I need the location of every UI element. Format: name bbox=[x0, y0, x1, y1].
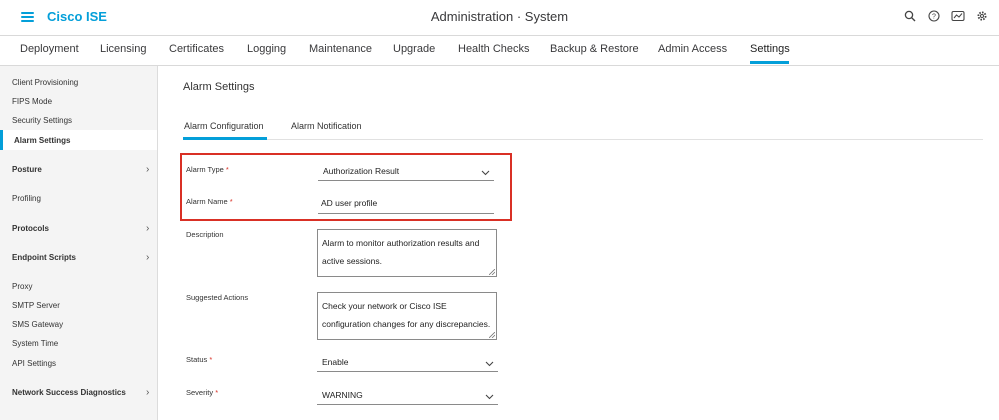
chevron-right-icon[interactable]: › bbox=[146, 223, 149, 234]
active-subtab-indicator bbox=[183, 137, 267, 140]
sidebar-item-profiling[interactable]: Profiling bbox=[12, 194, 41, 203]
chevron-down-icon bbox=[485, 392, 494, 402]
tab-admin-access[interactable]: Admin Access bbox=[658, 43, 727, 55]
sidebar: Client Provisioning FIPS Mode Security S… bbox=[0, 66, 158, 420]
sidebar-item-protocols[interactable]: Protocols bbox=[12, 224, 49, 233]
dashboard-icon[interactable] bbox=[951, 9, 965, 23]
help-icon[interactable]: ? bbox=[927, 9, 941, 23]
severity-label: Severity * bbox=[186, 388, 218, 397]
tab-certificates[interactable]: Certificates bbox=[169, 43, 224, 55]
chevron-down-icon bbox=[481, 168, 490, 178]
sidebar-item-network-success-diagnostics[interactable]: Network Success Diagnostics bbox=[12, 388, 126, 397]
tab-settings[interactable]: Settings bbox=[750, 43, 790, 55]
sidebar-item-fips-mode[interactable]: FIPS Mode bbox=[12, 97, 52, 106]
active-tab-indicator bbox=[750, 61, 789, 64]
sidebar-item-client-provisioning[interactable]: Client Provisioning bbox=[12, 78, 78, 87]
tab-health-checks[interactable]: Health Checks bbox=[458, 43, 530, 55]
resize-handle-icon[interactable] bbox=[489, 332, 495, 338]
sidebar-item-system-time[interactable]: System Time bbox=[12, 339, 58, 348]
description-textarea[interactable]: Alarm to monitor authorization results a… bbox=[317, 229, 497, 277]
subtab-alarm-configuration[interactable]: Alarm Configuration bbox=[184, 121, 264, 131]
suggested-actions-line-2: configuration changes for any discrepanc… bbox=[322, 319, 491, 329]
alarm-name-label: Alarm Name * bbox=[186, 197, 233, 206]
top-header: Cisco ISE Administration · System ? bbox=[0, 0, 999, 36]
alarm-type-label-text: Alarm Type bbox=[186, 165, 224, 174]
required-marker: * bbox=[225, 165, 229, 174]
subtab-divider bbox=[183, 139, 983, 140]
sidebar-item-posture[interactable]: Posture bbox=[12, 165, 42, 174]
page-header-title: Administration · System bbox=[430, 9, 569, 24]
tab-backup-restore[interactable]: Backup & Restore bbox=[550, 43, 639, 55]
alarm-type-value: Authorization Result bbox=[323, 166, 400, 176]
chevron-right-icon[interactable]: › bbox=[146, 252, 149, 263]
chevron-down-icon bbox=[485, 359, 494, 369]
status-label: Status * bbox=[186, 355, 212, 364]
status-label-text: Status bbox=[186, 355, 208, 364]
sidebar-item-smtp-server[interactable]: SMTP Server bbox=[12, 301, 60, 310]
required-marker: * bbox=[215, 388, 219, 397]
svg-text:?: ? bbox=[932, 14, 936, 21]
description-line-2: active sessions. bbox=[322, 256, 382, 266]
chevron-right-icon[interactable]: › bbox=[146, 164, 149, 175]
suggested-actions-line-1: Check your network or Cisco ISE bbox=[322, 301, 447, 311]
description-label: Description bbox=[186, 230, 224, 239]
status-value: Enable bbox=[322, 357, 349, 367]
status-select[interactable]: Enable bbox=[317, 357, 498, 372]
main-nav: Deployment Licensing Certificates Loggin… bbox=[0, 36, 999, 66]
suggested-actions-textarea[interactable]: Check your network or Cisco ISE configur… bbox=[317, 292, 497, 340]
tab-deployment[interactable]: Deployment bbox=[20, 43, 79, 55]
tab-logging[interactable]: Logging bbox=[247, 43, 286, 55]
sidebar-item-security-settings[interactable]: Security Settings bbox=[12, 116, 72, 125]
tab-licensing[interactable]: Licensing bbox=[100, 43, 146, 55]
alarm-type-label: Alarm Type * bbox=[186, 165, 229, 174]
tab-upgrade[interactable]: Upgrade bbox=[393, 43, 435, 55]
suggested-actions-label: Suggested Actions bbox=[186, 293, 249, 302]
sidebar-item-proxy[interactable]: Proxy bbox=[12, 282, 32, 291]
chevron-right-icon[interactable]: › bbox=[146, 387, 149, 398]
tab-maintenance[interactable]: Maintenance bbox=[309, 43, 372, 55]
header-toolbar: ? bbox=[903, 9, 989, 23]
alarm-name-value: AD user profile bbox=[321, 198, 378, 208]
severity-label-text: Severity bbox=[186, 388, 214, 397]
alarm-name-input[interactable]: AD user profile bbox=[318, 198, 494, 214]
gear-icon[interactable] bbox=[975, 9, 989, 23]
sidebar-item-api-settings[interactable]: API Settings bbox=[12, 359, 56, 368]
sidebar-item-endpoint-scripts[interactable]: Endpoint Scripts bbox=[12, 253, 76, 262]
required-marker: * bbox=[229, 197, 233, 206]
search-icon[interactable] bbox=[903, 9, 917, 23]
alarm-name-label-text: Alarm Name bbox=[186, 197, 228, 206]
sidebar-item-sms-gateway[interactable]: SMS Gateway bbox=[12, 320, 63, 329]
sidebar-item-alarm-settings[interactable]: Alarm Settings bbox=[14, 136, 70, 145]
page-title: Alarm Settings bbox=[183, 81, 255, 93]
description-line-1: Alarm to monitor authorization results a… bbox=[322, 238, 480, 248]
resize-handle-icon[interactable] bbox=[489, 269, 495, 275]
subtab-alarm-notification[interactable]: Alarm Notification bbox=[291, 121, 362, 131]
severity-value: WARNING bbox=[322, 390, 363, 400]
alarm-type-select[interactable]: Authorization Result bbox=[318, 166, 494, 181]
required-marker: * bbox=[209, 355, 213, 364]
severity-select[interactable]: WARNING bbox=[317, 390, 498, 405]
